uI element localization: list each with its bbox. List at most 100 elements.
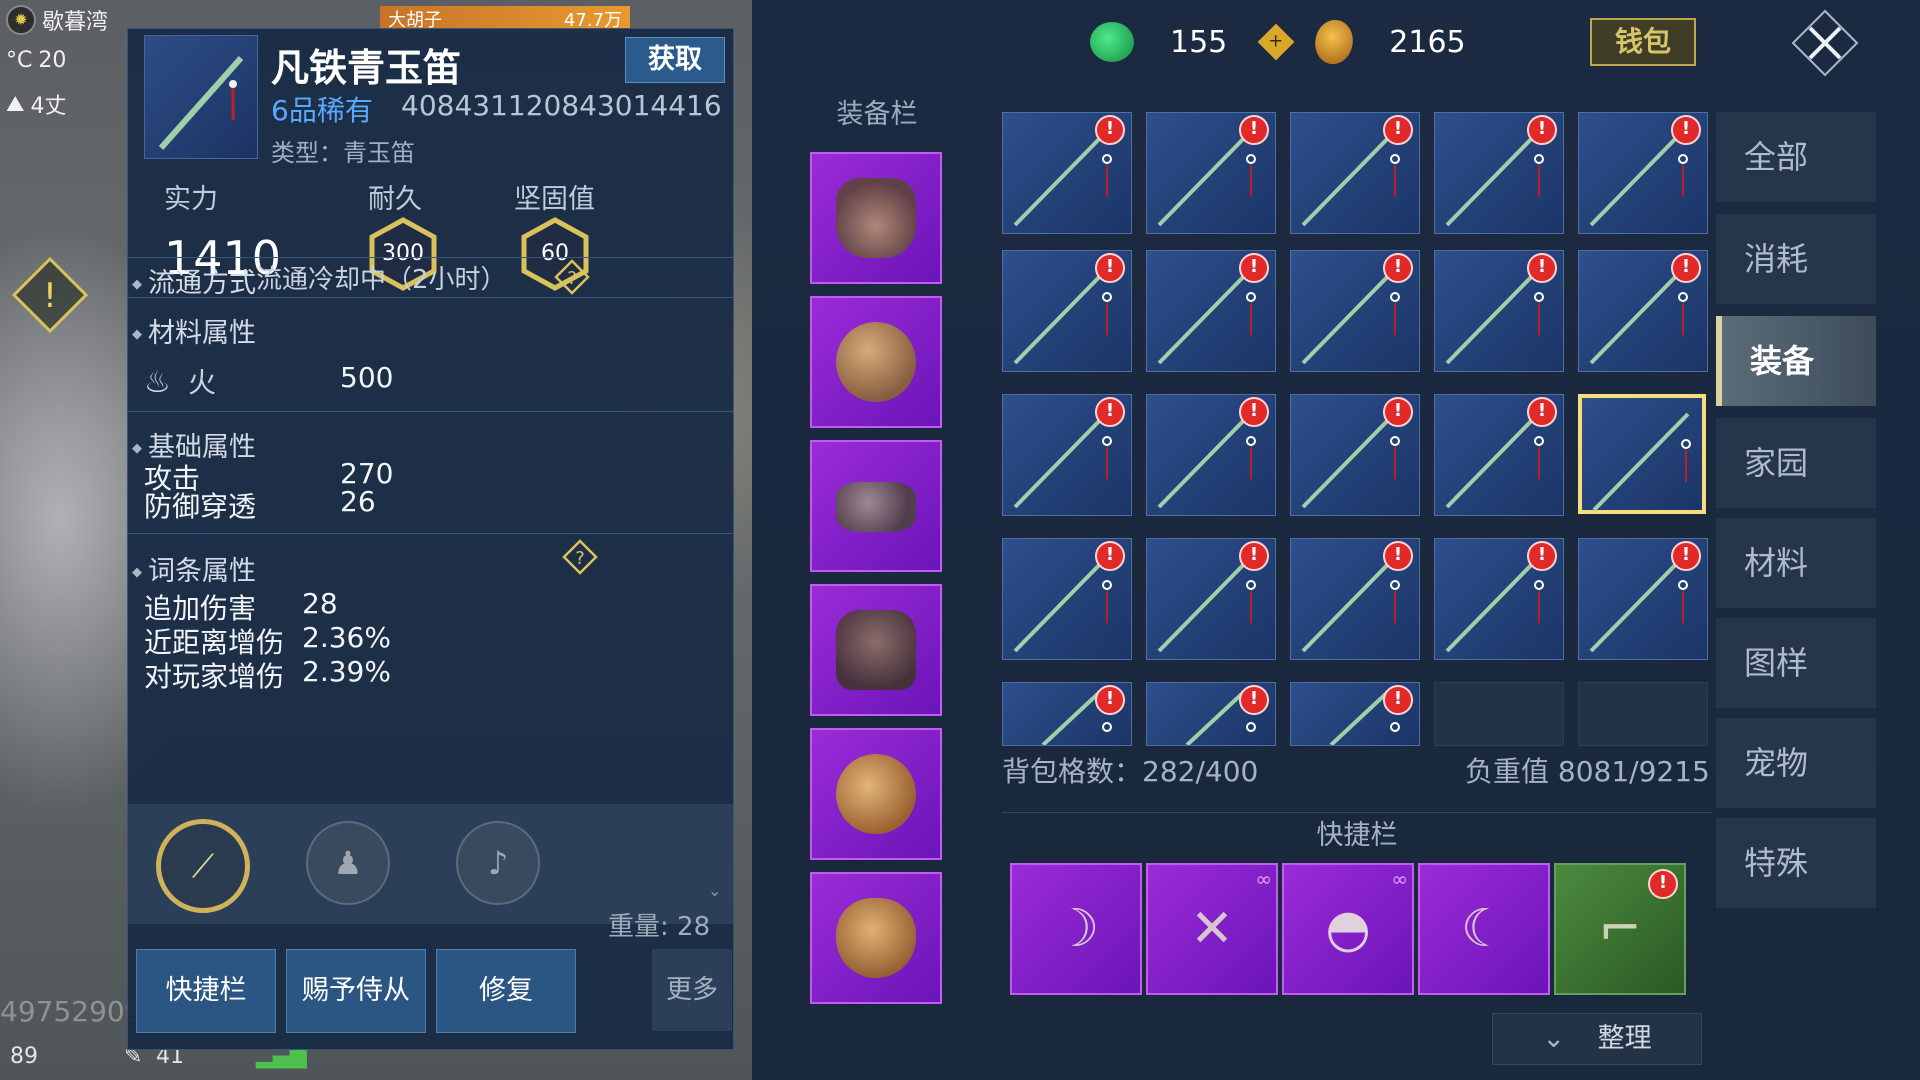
bag-capacity: 背包格数：282/400 bbox=[1002, 755, 1259, 788]
affix-name: 对玩家增伤 bbox=[144, 660, 285, 693]
circulation-help-icon[interactable]: ? bbox=[554, 259, 590, 295]
tab-consumables[interactable]: 消耗 bbox=[1716, 214, 1876, 304]
inventory-slot-flute[interactable]: ! bbox=[1146, 682, 1276, 746]
inventory-slot-flute[interactable]: ! bbox=[1290, 538, 1420, 660]
alert-badge-icon: ! bbox=[1671, 115, 1701, 145]
inventory-slot-flute[interactable]: ! bbox=[1002, 682, 1132, 746]
inventory-slot-flute[interactable]: ! bbox=[1578, 250, 1708, 372]
item-serial: 40843112084301441​6 bbox=[401, 89, 722, 122]
affix-value: 2.39% bbox=[302, 655, 391, 688]
inventory-slot-flute[interactable]: ! bbox=[1002, 112, 1132, 234]
alert-badge-icon: ! bbox=[1671, 253, 1701, 283]
equip-slot-mask[interactable] bbox=[810, 872, 942, 1004]
durability-label: 耐久 bbox=[368, 184, 422, 215]
item-weight: 重量: 28 bbox=[608, 912, 711, 942]
add-currency-icon[interactable]: + bbox=[1257, 23, 1295, 61]
base-attr-value: 26 bbox=[340, 485, 376, 518]
alert-diamond-icon[interactable]: ! bbox=[10, 255, 90, 335]
inventory-slot-flute[interactable]: ! bbox=[1434, 394, 1564, 516]
equip-slot-helmet[interactable] bbox=[810, 152, 942, 284]
inventory-slot-flute[interactable]: ! bbox=[1290, 112, 1420, 234]
equip-slot-armor[interactable] bbox=[810, 584, 942, 716]
alert-badge-icon: ! bbox=[1383, 685, 1413, 715]
tab-patterns[interactable]: 图样 bbox=[1716, 618, 1876, 708]
alert-badge-icon: ! bbox=[1648, 869, 1678, 899]
inventory-slot-empty[interactable] bbox=[1434, 682, 1564, 746]
flute-melody-skill-icon[interactable]: ♪ bbox=[456, 821, 540, 905]
inventory-slot-flute[interactable]: ! bbox=[1146, 394, 1276, 516]
inventory-slot-flute[interactable]: ! bbox=[1578, 112, 1708, 234]
get-source-button[interactable]: 获取 bbox=[625, 37, 725, 83]
item-thumbnail bbox=[144, 35, 258, 159]
sort-label: 整理 bbox=[1597, 1023, 1652, 1054]
quickbar-slot-rifle[interactable]: ✕ ∞ bbox=[1146, 863, 1278, 995]
affix-help-icon[interactable]: ? bbox=[562, 539, 598, 575]
temperature-unit: °C bbox=[6, 48, 33, 73]
alert-badge-icon: ! bbox=[1239, 685, 1269, 715]
link-chain-icon: ∞ bbox=[1391, 867, 1408, 891]
coin-amount: 2165 bbox=[1389, 24, 1466, 60]
more-button[interactable]: 更多 bbox=[652, 949, 732, 1031]
sort-button[interactable]: ⌄ 整理 bbox=[1492, 1013, 1702, 1065]
divider bbox=[128, 411, 733, 412]
close-icon[interactable] bbox=[1790, 8, 1860, 78]
alert-badge-icon: ! bbox=[1383, 115, 1413, 145]
alert-badge-icon: ! bbox=[1095, 541, 1125, 571]
dance-skill-icon[interactable]: ♟ bbox=[306, 821, 390, 905]
alert-badge-icon: ! bbox=[1239, 541, 1269, 571]
inventory-slot-empty[interactable] bbox=[1578, 682, 1708, 746]
tab-pets[interactable]: 宠物 bbox=[1716, 718, 1876, 808]
repair-button[interactable]: 修复 bbox=[436, 949, 576, 1033]
quickbar-slot-fan[interactable]: ◓ ∞ bbox=[1282, 863, 1414, 995]
inventory-slot-flute[interactable]: ! bbox=[1434, 112, 1564, 234]
svg-text:?: ? bbox=[575, 548, 585, 569]
alert-badge-icon: ! bbox=[1383, 253, 1413, 283]
alert-badge-icon: ! bbox=[1383, 541, 1413, 571]
inventory-slot-flute-selected[interactable] bbox=[1578, 394, 1706, 514]
quickbar-slot-gun[interactable]: ⌐! bbox=[1554, 863, 1686, 995]
material-value: 500 bbox=[340, 361, 394, 394]
divider bbox=[128, 297, 733, 298]
chevron-down-icon[interactable]: ⌄ bbox=[708, 881, 721, 900]
inventory-slot-flute[interactable]: ! bbox=[1146, 538, 1276, 660]
tab-homestead[interactable]: 家园 bbox=[1716, 418, 1876, 508]
jade-icon bbox=[1090, 22, 1134, 62]
flute-skill-icon[interactable]: ⟋ bbox=[156, 819, 250, 913]
inventory-slot-flute[interactable]: ! bbox=[1002, 394, 1132, 516]
fire-icon: ♨ bbox=[144, 365, 171, 400]
inventory-slot-flute[interactable]: ! bbox=[1290, 394, 1420, 516]
inventory-slot-flute[interactable]: ! bbox=[1290, 682, 1420, 746]
quickbar-title: 快捷栏 bbox=[1002, 812, 1712, 852]
inventory-slot-flute[interactable]: ! bbox=[1290, 250, 1420, 372]
coin-icon bbox=[1307, 14, 1361, 70]
inventory-slot-flute[interactable]: ! bbox=[1434, 250, 1564, 372]
item-rarity: 6品稀有 bbox=[271, 94, 373, 127]
equip-slot-ring[interactable] bbox=[810, 728, 942, 860]
item-title: 凡铁青玉笛 bbox=[271, 46, 462, 90]
inventory-slot-flute[interactable]: ! bbox=[1578, 538, 1708, 660]
tab-materials[interactable]: 材料 bbox=[1716, 518, 1876, 608]
inventory-slot-flute[interactable]: ! bbox=[1146, 250, 1276, 372]
wallet-button[interactable]: 钱包 bbox=[1590, 18, 1696, 66]
inventory-slot-flute[interactable]: ! bbox=[1002, 250, 1132, 372]
quickbar-slot-blade[interactable]: ☾ bbox=[1418, 863, 1550, 995]
alert-badge-icon: ! bbox=[1095, 115, 1125, 145]
tab-special[interactable]: 特殊 bbox=[1716, 818, 1876, 908]
equip-slot-pendant[interactable] bbox=[810, 296, 942, 428]
alert-badge-icon: ! bbox=[1671, 541, 1701, 571]
alert-badge-icon: ! bbox=[1383, 397, 1413, 427]
location-name: 歇暮湾 bbox=[42, 10, 109, 35]
link-chain-icon: ∞ bbox=[1255, 867, 1272, 891]
inventory-slot-flute[interactable]: ! bbox=[1146, 112, 1276, 234]
quickbar-button[interactable]: 快捷栏 bbox=[136, 949, 276, 1033]
equip-slot-gauntlets[interactable] bbox=[810, 440, 942, 572]
chevron-down-icon: ⌄ bbox=[1542, 1023, 1566, 1054]
tab-equipment[interactable]: 装备 bbox=[1716, 316, 1876, 406]
quickbar-slot-bow[interactable]: ☽ bbox=[1010, 863, 1142, 995]
inventory-slot-flute[interactable]: ! bbox=[1002, 538, 1132, 660]
svg-text:?: ? bbox=[567, 268, 577, 289]
gift-attendant-button[interactable]: 赐予侍从 bbox=[286, 949, 426, 1033]
inventory-slot-flute[interactable]: ! bbox=[1434, 538, 1564, 660]
load-weight: 负重值 8081/9215 bbox=[1465, 755, 1710, 788]
tab-all[interactable]: 全部 bbox=[1716, 112, 1876, 202]
